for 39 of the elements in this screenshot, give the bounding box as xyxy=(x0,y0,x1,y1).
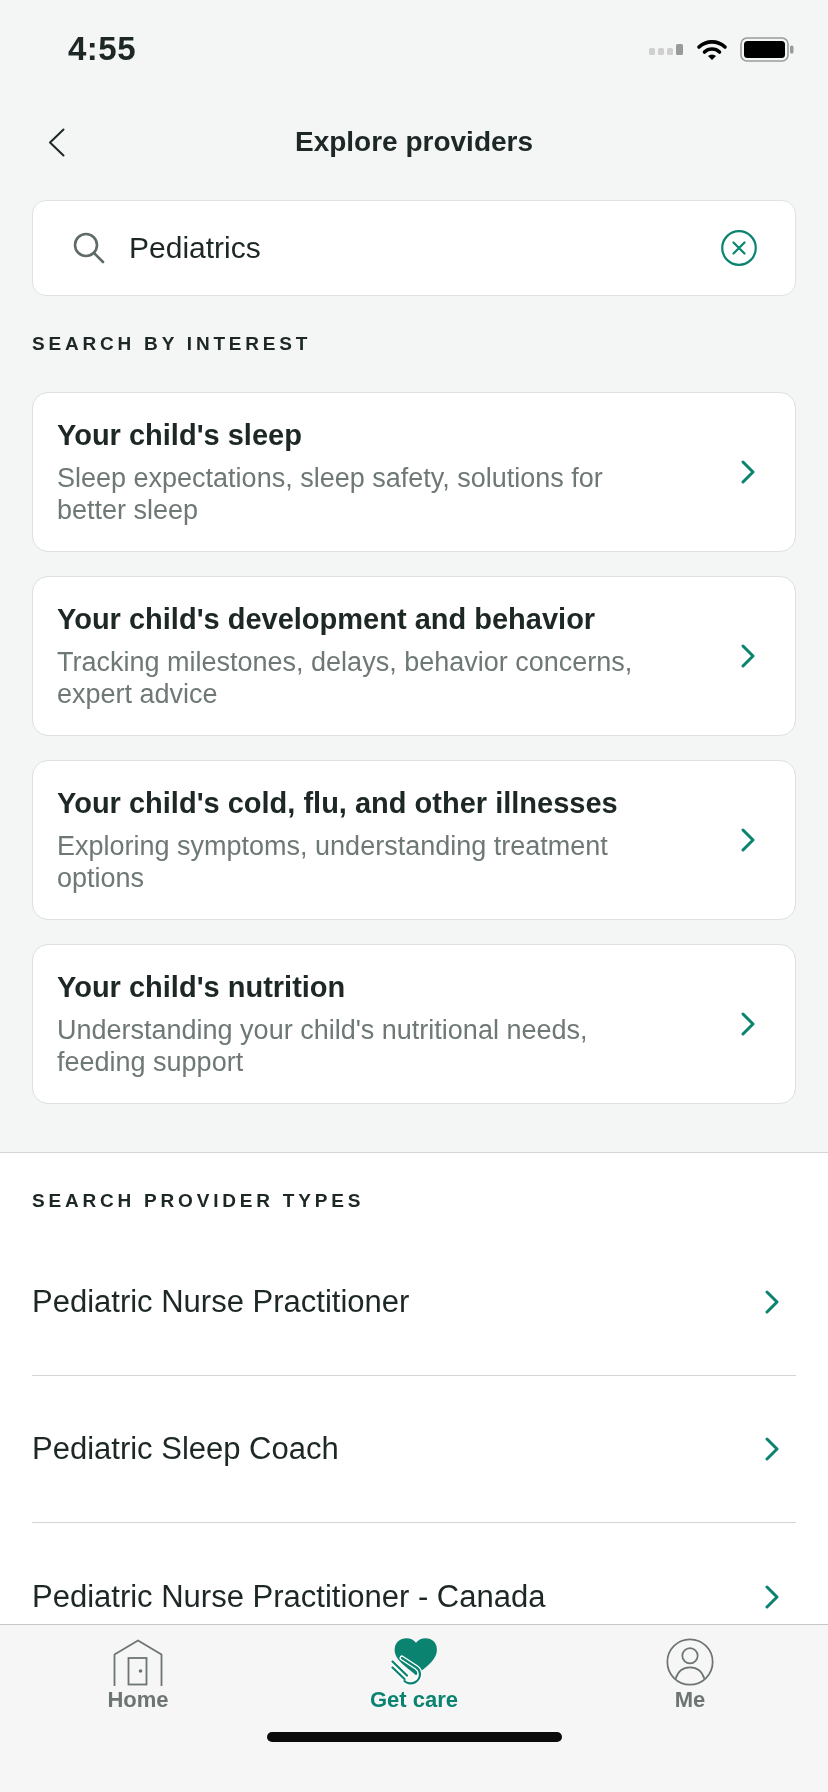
tab-item[interactable]: Me xyxy=(552,1638,828,1712)
chevron-right-icon xyxy=(741,1012,755,1036)
card-description: Sleep expectations, sleep safety, solutions for better sleep xyxy=(57,462,604,526)
interest-card[interactable]: Your child's development and behavior Tracking milestones, delays, behavior concerns, expert advice xyxy=(32,576,796,736)
heart-hand-icon xyxy=(391,1638,437,1686)
signal-icon xyxy=(649,43,684,55)
wifi-icon xyxy=(696,37,728,61)
card-title: Your child's nutrition xyxy=(57,970,347,1004)
provider-type-item[interactable]: Pediatric Nurse Practitioner - Canada xyxy=(32,1523,796,1624)
status-time: 4:55 xyxy=(68,30,137,68)
card-description: Tracking milestones, delays, behavior concerns, expert advice xyxy=(57,646,634,710)
chevron-right-icon xyxy=(741,460,755,484)
provider-type-item[interactable]: Pediatric Nurse Practitioner xyxy=(32,1229,796,1376)
house-icon xyxy=(113,1639,163,1686)
card-description: Exploring symptoms, understanding treatment options xyxy=(57,830,609,894)
chevron-right-icon xyxy=(741,644,755,668)
person-icon xyxy=(666,1638,714,1686)
provider-type-item[interactable]: Pediatric Sleep Coach xyxy=(32,1376,796,1523)
clear-icon[interactable] xyxy=(721,230,757,266)
card-title: Your child's sleep xyxy=(57,418,303,452)
interest-card[interactable]: Your child's cold, flu, and other illnesses Exploring symptoms, understanding treatment options xyxy=(32,760,796,920)
search-icon xyxy=(73,232,105,264)
card-description: Understanding your child's nutritional needs, feeding support xyxy=(57,1014,589,1078)
section-heading: SEARCH BY INTEREST xyxy=(32,334,313,354)
search-field[interactable]: Pediatrics xyxy=(32,200,796,296)
chevron-right-icon xyxy=(741,828,755,852)
card-title: Your child's cold, flu, and other illnesses xyxy=(57,786,619,820)
chevron-right-icon xyxy=(765,1290,779,1314)
tab-item[interactable]: Get care xyxy=(276,1638,552,1712)
tab-item[interactable]: Home xyxy=(0,1638,276,1712)
section-heading: SEARCH PROVIDER TYPES xyxy=(32,1191,366,1211)
battery-icon xyxy=(740,36,794,62)
chevron-right-icon xyxy=(765,1437,779,1461)
card-title: Your child's development and behavior xyxy=(57,602,597,636)
page-title: Explore providers xyxy=(294,125,534,159)
interest-card[interactable]: Your child's sleep Sleep expectations, sleep safety, solutions for better sleep xyxy=(32,392,796,552)
back-icon[interactable] xyxy=(48,127,65,157)
interest-card[interactable]: Your child's nutrition Understanding your child's nutritional needs, feeding support xyxy=(32,944,796,1104)
chevron-right-icon xyxy=(765,1584,779,1609)
